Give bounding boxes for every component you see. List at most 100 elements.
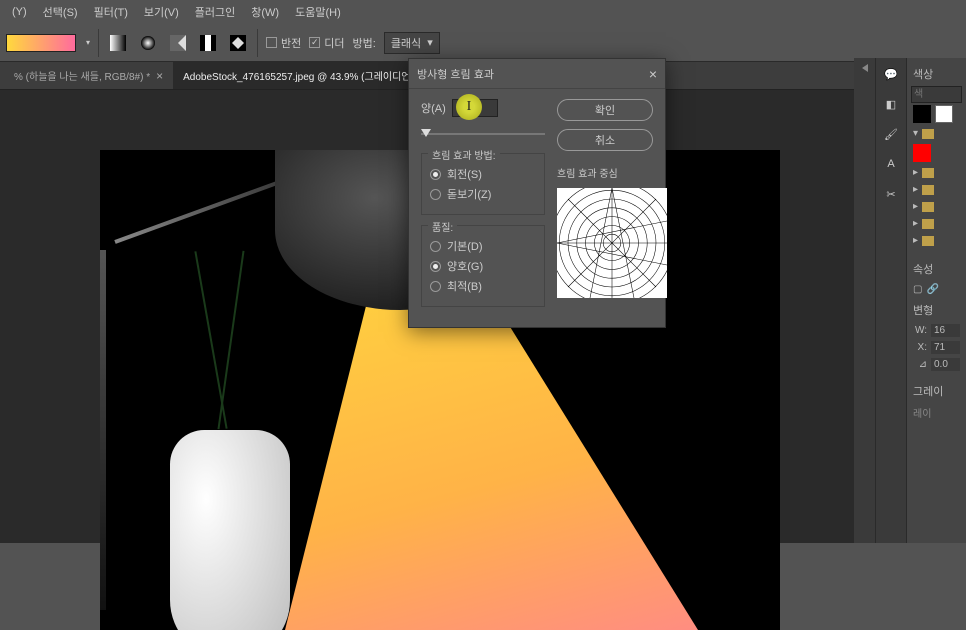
close-icon[interactable]: × bbox=[156, 69, 163, 83]
chevron-right-icon: ▸ bbox=[913, 235, 918, 246]
radio-spin[interactable]: 회전(S) bbox=[430, 166, 536, 182]
x-label: X: bbox=[913, 342, 927, 353]
chevron-down-icon: ▾ bbox=[427, 36, 433, 49]
transform-title[interactable]: 변형 bbox=[911, 298, 962, 322]
radio-icon bbox=[430, 261, 441, 272]
linear-gradient-icon[interactable] bbox=[107, 32, 129, 54]
layer-folder[interactable]: ▸ bbox=[911, 215, 962, 232]
radio-icon bbox=[430, 281, 441, 292]
layer-folder[interactable]: ▸ bbox=[911, 181, 962, 198]
menu-item[interactable]: 선택(S) bbox=[37, 0, 84, 24]
plant bbox=[170, 250, 310, 450]
invert-checkbox[interactable]: 반전 bbox=[266, 35, 301, 51]
angle-icon: ⊿ bbox=[913, 359, 927, 370]
radio-label: 회전(S) bbox=[447, 166, 482, 182]
folder-icon bbox=[922, 219, 934, 229]
chevron-right-icon: ▸ bbox=[913, 201, 918, 212]
dither-checkbox[interactable]: ✓ 디더 bbox=[309, 35, 344, 51]
radio-best[interactable]: 최적(B) bbox=[430, 278, 536, 294]
menu-item[interactable]: (Y) bbox=[6, 2, 33, 22]
text-cursor-indicator bbox=[456, 94, 482, 120]
angle-value[interactable]: 0.0 bbox=[931, 358, 960, 371]
diamond-gradient-icon[interactable] bbox=[227, 32, 249, 54]
chevron-down-icon[interactable]: ▾ bbox=[86, 38, 90, 47]
menu-item[interactable]: 도움말(H) bbox=[289, 0, 347, 24]
layer-folder[interactable]: ▸ bbox=[911, 164, 962, 181]
dialog-title-text: 방사형 흐림 효과 bbox=[417, 66, 494, 82]
vase bbox=[170, 430, 290, 630]
color-panel-title[interactable]: 색상 bbox=[911, 62, 962, 86]
brush-icon[interactable]: 🖌 bbox=[881, 124, 901, 144]
tool-dock: 💬 ◧ 🖌 A ✂ bbox=[876, 58, 906, 543]
w-value[interactable]: 16 bbox=[931, 324, 960, 337]
slider-thumb[interactable] bbox=[421, 129, 431, 137]
tab-document[interactable]: % (하늘을 나는 새들, RGB/8#) * × bbox=[4, 62, 173, 89]
menu-item[interactable]: 필터(T) bbox=[88, 0, 134, 24]
adjustments-icon[interactable]: ◧ bbox=[881, 94, 901, 114]
slider-track bbox=[421, 133, 545, 135]
swatch-white[interactable] bbox=[935, 105, 953, 123]
layer-folder[interactable]: ▸ bbox=[911, 198, 962, 215]
folder-icon bbox=[922, 185, 934, 195]
dither-label: 디더 bbox=[324, 35, 344, 51]
chevron-down-icon: ▾ bbox=[913, 128, 918, 139]
radial-gradient-icon[interactable] bbox=[137, 32, 159, 54]
radio-good[interactable]: 양호(G) bbox=[430, 258, 536, 274]
method-select[interactable]: 클래식 ▾ bbox=[384, 32, 440, 54]
menu-item[interactable]: 플러그인 bbox=[189, 0, 241, 24]
w-label: W: bbox=[913, 325, 927, 336]
folder-icon bbox=[922, 168, 934, 178]
center-label: 흐림 효과 중심 bbox=[557, 165, 653, 180]
separator bbox=[98, 29, 99, 57]
swatch-red[interactable] bbox=[913, 144, 931, 162]
checkbox-icon: ✓ bbox=[309, 37, 320, 48]
folder-icon bbox=[922, 129, 934, 139]
checkbox-icon bbox=[266, 37, 277, 48]
ok-button[interactable]: 확인 bbox=[557, 99, 653, 121]
lamp-arm bbox=[114, 175, 294, 244]
x-value[interactable]: 71 bbox=[931, 341, 960, 354]
close-icon[interactable]: × bbox=[649, 66, 657, 82]
quality-legend: 품질: bbox=[428, 219, 457, 234]
invert-label: 반전 bbox=[281, 35, 301, 51]
radial-blur-dialog: 방사형 흐림 효과 × 양(A) 흐림 효과 방법: 회전(S) 돋보기(Z bbox=[408, 58, 666, 328]
lamp-stand bbox=[100, 250, 106, 610]
chevron-right-icon: ▸ bbox=[913, 218, 918, 229]
gradient-picker[interactable] bbox=[6, 34, 76, 52]
angle-gradient-icon[interactable] bbox=[167, 32, 189, 54]
folder-icon bbox=[922, 236, 934, 246]
radio-draft[interactable]: 기본(D) bbox=[430, 238, 536, 254]
swatch-black[interactable] bbox=[913, 105, 931, 123]
chevron-right-icon: ▸ bbox=[913, 184, 918, 195]
amount-slider[interactable] bbox=[421, 127, 545, 141]
menu-item[interactable]: 보기(V) bbox=[138, 0, 185, 24]
chevron-right-icon bbox=[862, 64, 868, 72]
tab-document[interactable]: AdobeStock_476165257.jpeg @ 43.9% (그레이디언… bbox=[173, 62, 442, 89]
layer-folder[interactable]: ▸ bbox=[911, 232, 962, 249]
link-icon[interactable]: 🔗 bbox=[926, 284, 938, 295]
color-search[interactable] bbox=[911, 86, 962, 103]
radio-zoom[interactable]: 돋보기(Z) bbox=[430, 186, 536, 202]
scissors-icon[interactable]: ✂ bbox=[881, 184, 901, 204]
right-panels: 💬 ◧ 🖌 A ✂ 색상 ▾ ▸ ▸ ▸ ▸ ▸ 속성 ▢🔗 변형 W:16 X… bbox=[876, 58, 966, 543]
tab-label: AdobeStock_476165257.jpeg @ 43.9% (그레이디언… bbox=[183, 68, 419, 83]
tab-label: % (하늘을 나는 새들, RGB/8#) * bbox=[14, 68, 150, 83]
dialog-titlebar[interactable]: 방사형 흐림 효과 × bbox=[409, 59, 665, 89]
blur-method-group: 흐림 효과 방법: 회전(S) 돋보기(Z) bbox=[421, 153, 545, 215]
gray-title: 그레이 bbox=[911, 379, 962, 403]
blur-center-preview[interactable] bbox=[557, 188, 667, 298]
menu-item[interactable]: 창(W) bbox=[245, 0, 285, 24]
layer-folder[interactable]: ▾ bbox=[911, 125, 962, 142]
panel-collapse-dock[interactable] bbox=[854, 58, 876, 543]
properties-panel: 색상 ▾ ▸ ▸ ▸ ▸ ▸ 속성 ▢🔗 변형 W:16 X:71 ⊿0.0 그… bbox=[906, 58, 966, 543]
cancel-button[interactable]: 취소 bbox=[557, 129, 653, 151]
character-icon[interactable]: A bbox=[881, 154, 901, 174]
reflected-gradient-icon[interactable] bbox=[197, 32, 219, 54]
comment-icon[interactable]: 💬 bbox=[881, 64, 901, 84]
radio-icon bbox=[430, 189, 441, 200]
properties-title[interactable]: 속성 bbox=[911, 257, 962, 281]
quality-group: 품질: 기본(D) 양호(G) 최적(B) bbox=[421, 225, 545, 307]
options-toolbar: ▾ 반전 ✓ 디더 방법: 클래식 ▾ bbox=[0, 24, 966, 62]
radio-label: 돋보기(Z) bbox=[447, 186, 491, 202]
chevron-right-icon: ▸ bbox=[913, 167, 918, 178]
